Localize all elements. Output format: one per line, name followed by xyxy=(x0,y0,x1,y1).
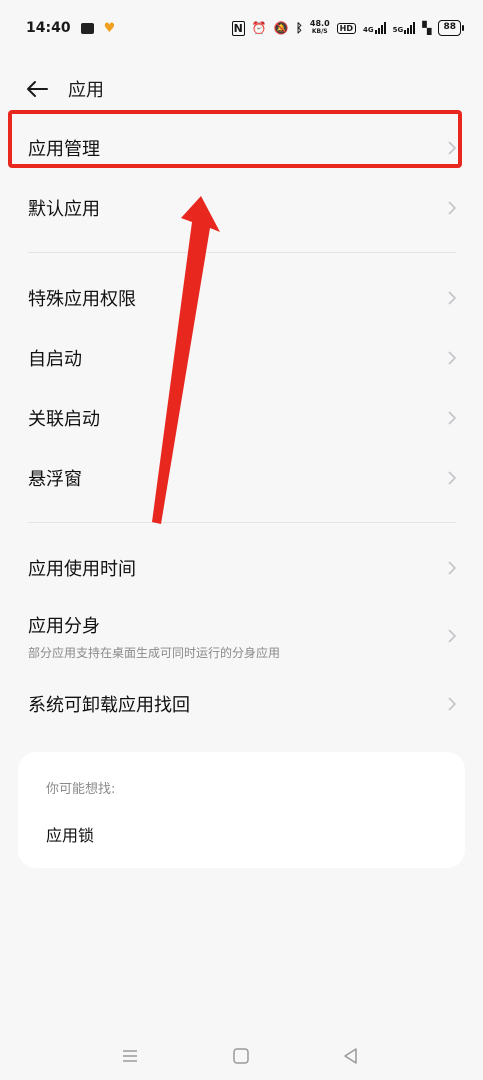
list-item-app-usage-time[interactable]: 应用使用时间 xyxy=(0,538,483,598)
list-item-label: 自启动 xyxy=(28,349,82,370)
list-item-floating-window[interactable]: 悬浮窗 xyxy=(0,448,483,508)
chevron-right-icon xyxy=(448,629,457,643)
suggestion-title: 你可能想找: xyxy=(46,782,116,797)
chevron-right-icon xyxy=(448,697,457,711)
app-settings-page: 14:40 ♥ N ⏰ 🔕 ᛒ 48.0 KB/S HD 4G 5G ▚ 88 xyxy=(0,0,483,1080)
chevron-right-icon xyxy=(448,561,457,575)
list-item-default-apps[interactable]: 默认应用 xyxy=(0,178,483,238)
navigation-bar xyxy=(0,1036,483,1076)
list-item-label: 悬浮窗 xyxy=(28,469,82,490)
signal-icon-sim1: 4G xyxy=(363,22,386,34)
heart-notification-icon: ♥ xyxy=(103,20,116,36)
hd-badge: HD xyxy=(336,22,356,34)
status-time: 14:40 xyxy=(26,20,71,36)
wifi-icon: ▚ xyxy=(422,21,432,35)
list-item-label: 系统可卸载应用找回 xyxy=(28,695,190,716)
suggestion-card: 你可能想找: 应用锁 xyxy=(18,752,465,868)
chevron-right-icon xyxy=(448,411,457,425)
page-header: 应用 xyxy=(0,68,483,110)
list-item-associated-start[interactable]: 关联启动 xyxy=(0,388,483,448)
app-notification-icon xyxy=(80,22,94,34)
divider xyxy=(28,252,456,253)
mute-icon: 🔕 xyxy=(273,21,289,35)
list-item-label: 特殊应用权限 xyxy=(28,289,136,310)
list-item-description: 部分应用支持在桌面生成可同时运行的分身应用 xyxy=(28,645,281,660)
net-speed: 48.0 KB/S xyxy=(309,19,330,36)
list-item-label: 默认应用 xyxy=(28,199,100,220)
list-item-app-clone[interactable]: 应用分身 部分应用支持在桌面生成可同时运行的分身应用 xyxy=(0,600,483,672)
chevron-right-icon xyxy=(448,471,457,485)
back-arrow-icon xyxy=(27,81,48,97)
chevron-right-icon xyxy=(448,351,457,365)
suggestion-item-app-lock[interactable]: 应用锁 xyxy=(46,822,94,846)
home-icon[interactable] xyxy=(231,1046,251,1066)
nfc-icon: N xyxy=(231,20,245,36)
list-item-auto-start[interactable]: 自启动 xyxy=(0,328,483,388)
chevron-right-icon xyxy=(448,201,457,215)
menu-icon[interactable] xyxy=(120,1046,140,1066)
page-title: 应用 xyxy=(68,80,104,101)
list-item-label: 应用分身 xyxy=(28,615,100,637)
chevron-right-icon xyxy=(448,291,457,305)
bluetooth-icon: ᛒ xyxy=(295,21,303,35)
signal-icon-sim2: 5G xyxy=(393,22,416,34)
back-triangle-icon[interactable] xyxy=(341,1046,361,1066)
back-button[interactable] xyxy=(24,76,50,102)
list-item-special-permissions[interactable]: 特殊应用权限 xyxy=(0,268,483,328)
highlight-box xyxy=(8,110,462,168)
divider xyxy=(28,522,456,523)
list-item-label: 关联启动 xyxy=(28,409,100,430)
alarm-icon: ⏰ xyxy=(251,21,267,35)
list-item-recover-system-apps[interactable]: 系统可卸载应用找回 xyxy=(0,674,483,734)
list-item-label: 应用使用时间 xyxy=(28,559,136,580)
battery-icon: 88 xyxy=(438,20,464,36)
status-bar: 14:40 ♥ N ⏰ 🔕 ᛒ 48.0 KB/S HD 4G 5G ▚ 88 xyxy=(0,0,483,56)
